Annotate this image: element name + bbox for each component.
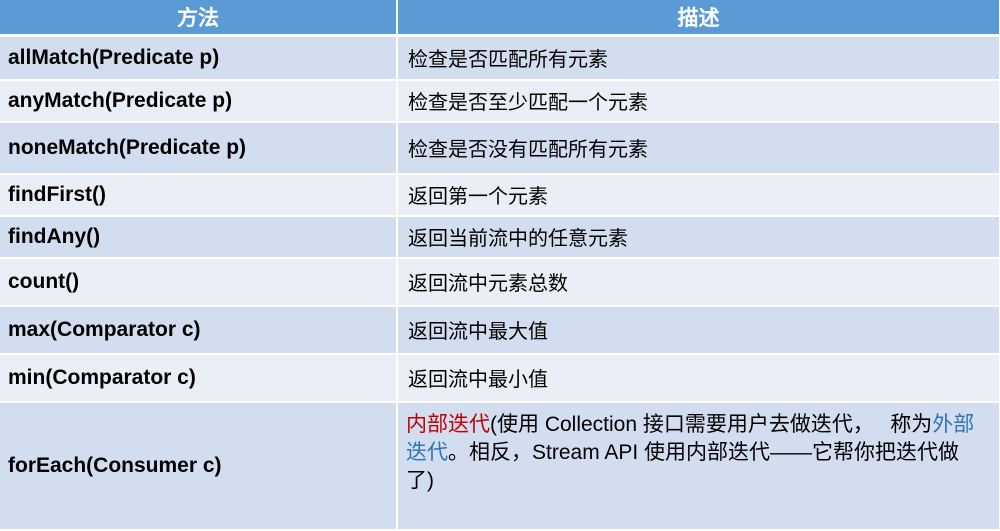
table-row: count() 返回流中元素总数 <box>0 257 1000 307</box>
description-cell: 检查是否匹配所有元素 <box>397 35 1000 81</box>
table-row: findAny() 返回当前流中的任意元素 <box>0 215 1000 259</box>
method-cell: allMatch(Predicate p) <box>0 35 398 81</box>
methods-table: 方法 描述 allMatch(Predicate p) 检查是否匹配所有元素 a… <box>0 0 1000 531</box>
table-row: max(Comparator c) 返回流中最大值 <box>0 305 1000 355</box>
method-cell: count() <box>0 257 398 307</box>
internal-iteration-term: 内部迭代 <box>406 412 490 436</box>
table-row: anyMatch(Predicate p) 检查是否至少匹配一个元素 <box>0 79 1000 123</box>
description-cell-foreach: 内部迭代(使用 Collection 接口需要用户去做迭代， 称为外部迭代。相反… <box>397 401 1000 531</box>
method-cell: findFirst() <box>0 173 398 217</box>
description-cell: 检查是否没有匹配所有元素 <box>397 121 1000 175</box>
description-column-header: 描述 <box>397 0 1000 37</box>
description-cell: 返回流中最小值 <box>397 353 1000 403</box>
description-cell: 返回当前流中的任意元素 <box>397 215 1000 259</box>
table-row: min(Comparator c) 返回流中最小值 <box>0 353 1000 403</box>
method-cell: findAny() <box>0 215 398 259</box>
description-cell: 检查是否至少匹配一个元素 <box>397 79 1000 123</box>
description-cell: 返回流中最大值 <box>397 305 1000 355</box>
table-row: noneMatch(Predicate p) 检查是否没有匹配所有元素 <box>0 121 1000 175</box>
table-row: allMatch(Predicate p) 检查是否匹配所有元素 <box>0 35 1000 81</box>
table-row-foreach: forEach(Consumer c) 内部迭代(使用 Collection 接… <box>0 401 1000 531</box>
method-cell: min(Comparator c) <box>0 353 398 403</box>
table-header-row: 方法 描述 <box>0 0 1000 37</box>
description-cell: 返回流中元素总数 <box>397 257 1000 307</box>
method-cell: anyMatch(Predicate p) <box>0 79 398 123</box>
method-cell: noneMatch(Predicate p) <box>0 121 398 175</box>
foreach-description-text: (使用 Collection 接口需要用户去做迭代， 称为 <box>490 412 933 436</box>
description-cell: 返回第一个元素 <box>397 173 1000 217</box>
method-cell: forEach(Consumer c) <box>0 401 398 531</box>
method-cell: max(Comparator c) <box>0 305 398 355</box>
foreach-description-text-2: 。相反，Stream API 使用内部迭代——它帮你把迭代做了) <box>406 440 960 492</box>
method-column-header: 方法 <box>0 0 398 37</box>
table-row: findFirst() 返回第一个元素 <box>0 173 1000 217</box>
